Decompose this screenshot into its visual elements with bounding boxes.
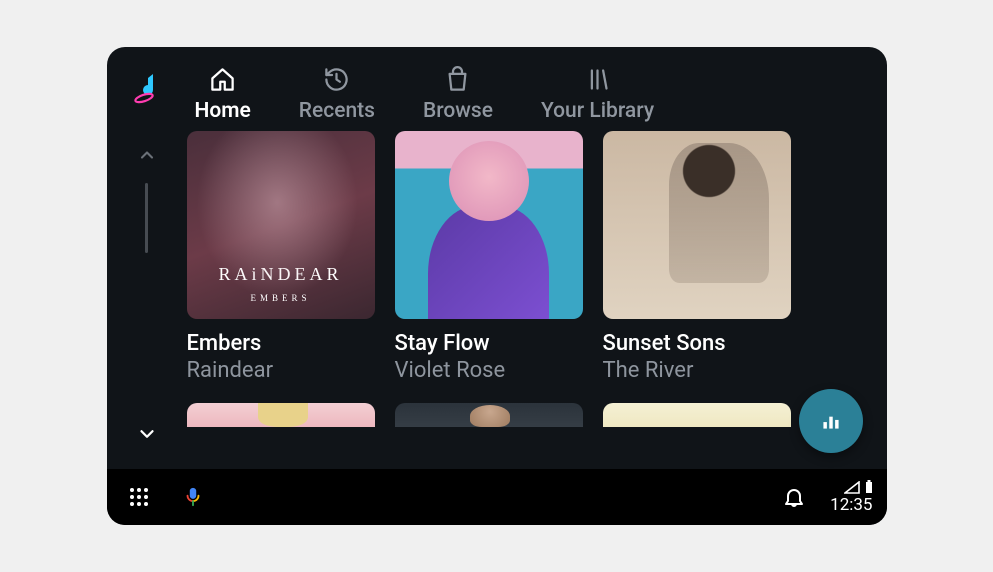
scroll-indicator	[145, 183, 148, 253]
notifications-button[interactable]	[776, 479, 812, 515]
scroll-down-button[interactable]	[136, 423, 158, 445]
album-card[interactable]	[395, 403, 583, 427]
album-grid-row2	[187, 403, 867, 427]
top-bar: Home Recents Browse Your Library	[107, 47, 887, 131]
album-artist: Violet Rose	[395, 358, 583, 383]
album-card[interactable]	[187, 403, 375, 427]
album-art	[603, 403, 791, 427]
album-art: RAiNDEAR EMBERS	[187, 131, 375, 319]
library-icon	[584, 65, 612, 93]
battery-icon	[865, 480, 873, 494]
tab-label: Recents	[299, 99, 375, 123]
clock: 12:35	[830, 495, 872, 515]
tab-label: Home	[195, 99, 251, 123]
equalizer-icon	[818, 408, 844, 434]
album-card[interactable]: Stay Flow Violet Rose	[395, 131, 583, 383]
app-launcher-button[interactable]	[121, 479, 157, 515]
tab-recents[interactable]: Recents	[299, 65, 375, 123]
tab-library[interactable]: Your Library	[541, 65, 654, 123]
album-artist: Raindear	[187, 358, 375, 383]
main-content: RAiNDEAR EMBERS Embers Raindear Stay Flo…	[107, 131, 887, 469]
album-card[interactable]: Sunset Sons The River	[603, 131, 791, 383]
album-grid: RAiNDEAR EMBERS Embers Raindear Stay Flo…	[187, 131, 867, 383]
album-card[interactable]: RAiNDEAR EMBERS Embers Raindear	[187, 131, 375, 383]
scroll-up-button[interactable]	[137, 145, 157, 165]
home-icon	[209, 65, 237, 93]
tab-bar: Home Recents Browse Your Library	[195, 65, 655, 123]
now-playing-fab[interactable]	[799, 389, 863, 453]
album-art-subtext: EMBERS	[187, 293, 375, 303]
app-logo[interactable]	[129, 69, 167, 107]
album-title: Sunset Sons	[603, 331, 791, 356]
tab-browse[interactable]: Browse	[423, 65, 493, 123]
album-card[interactable]	[603, 403, 791, 427]
tab-label: Browse	[423, 99, 493, 123]
system-navbar: 12:35	[107, 469, 887, 525]
album-artist: The River	[603, 358, 791, 383]
tab-label: Your Library	[541, 99, 654, 123]
album-art-text: RAiNDEAR	[187, 264, 375, 285]
music-app-window: Home Recents Browse Your Library	[107, 47, 887, 525]
album-art	[187, 403, 375, 427]
album-art	[395, 131, 583, 319]
recents-icon	[323, 65, 351, 93]
album-art	[395, 403, 583, 427]
album-grid-container: RAiNDEAR EMBERS Embers Raindear Stay Flo…	[187, 131, 887, 469]
signal-icon	[844, 481, 860, 494]
browse-icon	[444, 65, 472, 93]
album-title: Embers	[187, 331, 375, 356]
status-area: 12:35	[830, 480, 872, 515]
album-art	[603, 131, 791, 319]
album-title: Stay Flow	[395, 331, 583, 356]
voice-assistant-button[interactable]	[175, 479, 211, 515]
tab-home[interactable]: Home	[195, 65, 251, 123]
side-scroll-controls	[107, 131, 187, 469]
